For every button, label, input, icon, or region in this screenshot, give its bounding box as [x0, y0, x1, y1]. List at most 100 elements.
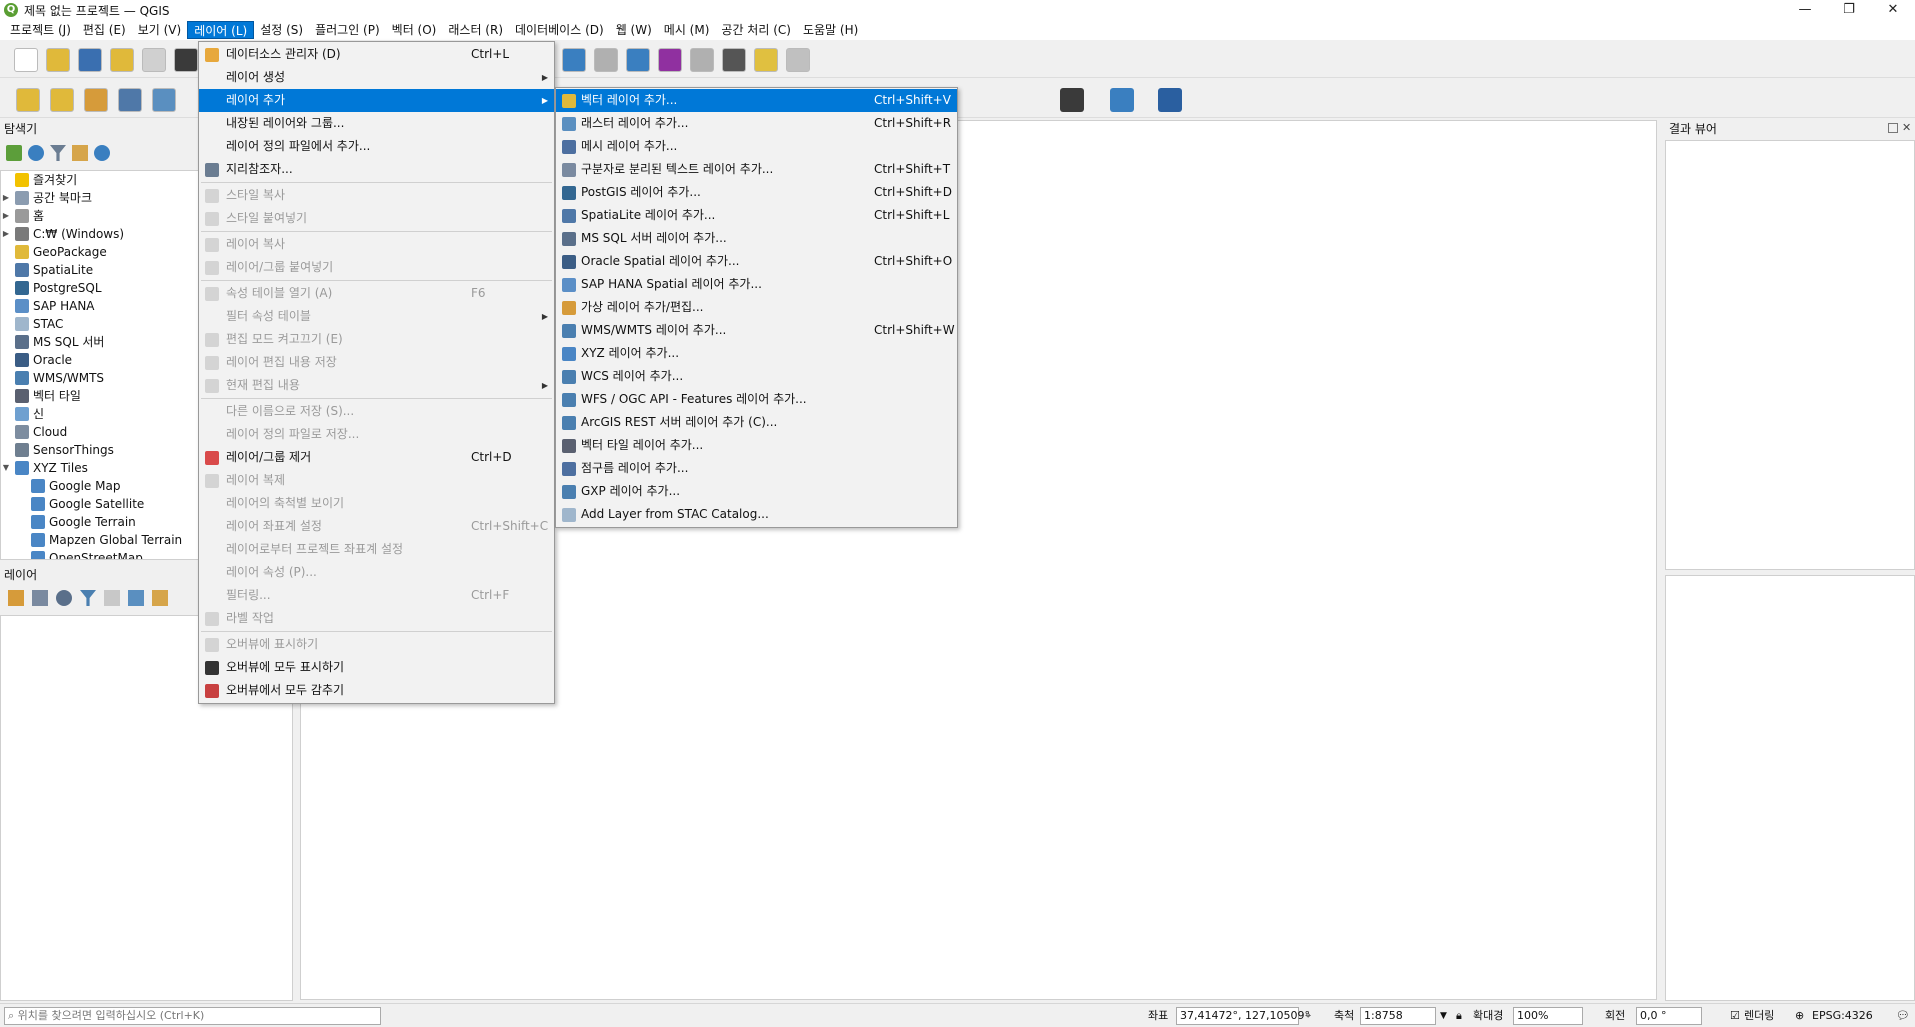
minimize-button[interactable]: —: [1783, 0, 1827, 20]
scale-dropdown-icon[interactable]: ▼: [1440, 1007, 1447, 1025]
menu-5[interactable]: 플러그인 (P): [309, 21, 386, 39]
browser-item[interactable]: Cloud: [1, 423, 199, 441]
menu-3[interactable]: 레이어 (L): [187, 21, 255, 39]
new-project-icon[interactable]: [14, 48, 38, 72]
menu-1[interactable]: 편집 (E): [77, 21, 132, 39]
open-project-icon[interactable]: [46, 48, 70, 72]
quickmap-services-icon[interactable]: [1060, 88, 1084, 112]
menu-item[interactable]: 레이어 추가 ▶: [199, 89, 554, 112]
add-group-icon[interactable]: [32, 590, 48, 606]
menu-item[interactable]: Oracle Spatial 레이어 추가... Ctrl+Shift+O: [556, 250, 957, 273]
add-selected-icon[interactable]: [6, 145, 22, 161]
menu-item[interactable]: 벡터 레이어 추가... Ctrl+Shift+V: [556, 89, 957, 112]
menu-item[interactable]: ArcGIS REST 서버 레이어 추가 (C)...: [556, 411, 957, 434]
measure-icon[interactable]: [722, 48, 746, 72]
menu-item[interactable]: GXP 레이어 추가...: [556, 480, 957, 503]
menu-item[interactable]: WMS/WMTS 레이어 추가... Ctrl+Shift+W: [556, 319, 957, 342]
menu-item[interactable]: SAP HANA Spatial 레이어 추가...: [556, 273, 957, 296]
help-contents-icon[interactable]: [1158, 88, 1182, 112]
new-print-layout-icon[interactable]: [110, 48, 134, 72]
menu-item[interactable]: 레이어/그룹 제거 Ctrl+D: [199, 446, 554, 469]
new-spatialite-icon[interactable]: [118, 88, 142, 112]
browser-item[interactable]: ▶ C:₩ (Windows): [1, 225, 199, 243]
style-manager-icon[interactable]: [174, 48, 198, 72]
menu-4[interactable]: 설정 (S): [254, 21, 309, 39]
menu-6[interactable]: 벡터 (O): [386, 21, 443, 39]
menu-item[interactable]: 오버뷰에서 모두 감추기: [199, 679, 554, 702]
magnifier-field[interactable]: 100%: [1513, 1007, 1583, 1025]
menu-item[interactable]: 래스터 레이어 추가... Ctrl+Shift+R: [556, 112, 957, 135]
menu-0[interactable]: 프로젝트 (J): [4, 21, 77, 39]
browser-item[interactable]: WMS/WMTS: [1, 369, 199, 387]
menu-item[interactable]: 오버뷰에 모두 표시하기: [199, 656, 554, 679]
zoom-native-icon[interactable]: [786, 48, 810, 72]
menu-item[interactable]: SpatiaLite 레이어 추가... Ctrl+Shift+L: [556, 204, 957, 227]
toolbox-icon[interactable]: [690, 48, 714, 72]
filter-legend-icon[interactable]: [80, 590, 96, 606]
menu-item[interactable]: 내장된 레이어와 그룹...: [199, 112, 554, 135]
menu-item[interactable]: WCS 레이어 추가...: [556, 365, 957, 388]
refresh-icon[interactable]: [28, 145, 44, 161]
browser-item[interactable]: SAP HANA: [1, 297, 199, 315]
menu-9[interactable]: 웹 (W): [610, 21, 658, 39]
menu-12[interactable]: 도움말 (H): [797, 21, 864, 39]
browser-item[interactable]: 벡터 타일: [1, 387, 199, 405]
globe-icon[interactable]: ⊕: [1795, 1007, 1804, 1025]
expand-arrow-icon[interactable]: ▼: [1, 459, 11, 477]
close-button[interactable]: ✕: [1871, 0, 1915, 20]
python-console-icon[interactable]: [1110, 88, 1134, 112]
messages-icon[interactable]: 💬︎: [1896, 1007, 1910, 1025]
menu-item[interactable]: 데이터소스 관리자 (D) Ctrl+L: [199, 43, 554, 66]
menu-item[interactable]: Add Layer from STAC Catalog...: [556, 503, 957, 526]
browser-item[interactable]: SpatiaLite: [1, 261, 199, 279]
locator-search-input[interactable]: ⌕ 위치를 찾으려면 입력하십시오 (Ctrl+K): [4, 1007, 381, 1025]
menu-item[interactable]: PostGIS 레이어 추가... Ctrl+Shift+D: [556, 181, 957, 204]
browser-item[interactable]: Google Satellite: [1, 495, 199, 513]
visibility-icon[interactable]: [56, 590, 72, 606]
menu-10[interactable]: 메시 (M): [658, 21, 716, 39]
browser-item[interactable]: Google Map: [1, 477, 199, 495]
field-calculator-icon[interactable]: [626, 48, 650, 72]
menu-item[interactable]: 지리참조자...: [199, 158, 554, 181]
browser-item[interactable]: 신: [1, 405, 199, 423]
crs-button[interactable]: EPSG:4326: [1812, 1007, 1873, 1025]
identify-icon[interactable]: [562, 48, 586, 72]
menu-item[interactable]: 가상 레이어 추가/편집...: [556, 296, 957, 319]
browser-item[interactable]: PostgreSQL: [1, 279, 199, 297]
map-tips-icon[interactable]: [754, 48, 778, 72]
browser-item[interactable]: Mapzen Global Terrain: [1, 531, 199, 549]
restore-button[interactable]: ❐: [1827, 0, 1871, 20]
expression-filter-icon[interactable]: [104, 590, 120, 606]
save-project-icon[interactable]: [78, 48, 102, 72]
float-panel-icon[interactable]: [1888, 123, 1898, 133]
new-shapefile-icon[interactable]: [84, 88, 108, 112]
browser-item[interactable]: ▼ XYZ Tiles: [1, 459, 199, 477]
browser-item[interactable]: Oracle: [1, 351, 199, 369]
menu-item[interactable]: 레이어 정의 파일에서 추가...: [199, 135, 554, 158]
attribute-table-icon[interactable]: [594, 48, 618, 72]
data-source-manager-icon[interactable]: [16, 88, 40, 112]
new-geopackage-icon[interactable]: [50, 88, 74, 112]
menu-11[interactable]: 공간 처리 (C): [715, 21, 797, 39]
layout-manager-icon[interactable]: [142, 48, 166, 72]
rotation-field[interactable]: 0,0 °: [1636, 1007, 1702, 1025]
menu-7[interactable]: 래스터 (R): [442, 21, 509, 39]
expand-all-icon[interactable]: [128, 590, 144, 606]
browser-item[interactable]: Google Terrain: [1, 513, 199, 531]
menu-item[interactable]: 메시 레이어 추가...: [556, 135, 957, 158]
expand-arrow-icon[interactable]: ▶: [1, 207, 11, 225]
browser-item[interactable]: STAC: [1, 315, 199, 333]
collapse-layers-icon[interactable]: [152, 590, 168, 606]
browser-item[interactable]: SensorThings: [1, 441, 199, 459]
browser-item[interactable]: MS SQL 서버: [1, 333, 199, 351]
browser-item[interactable]: ▶ 공간 북마크: [1, 189, 199, 207]
menu-item[interactable]: XYZ 레이어 추가...: [556, 342, 957, 365]
expand-arrow-icon[interactable]: ▶: [1, 189, 11, 207]
statistics-icon[interactable]: [658, 48, 682, 72]
menu-8[interactable]: 데이터베이스 (D): [509, 21, 610, 39]
new-virtual-layer-icon[interactable]: [152, 88, 176, 112]
filter-icon[interactable]: [50, 145, 66, 161]
coordinate-field[interactable]: 37,41472°, 127,10509°: [1176, 1007, 1310, 1025]
browser-item[interactable]: ▶ 홈: [1, 207, 199, 225]
menu-item[interactable]: 벡터 타일 레이어 추가...: [556, 434, 957, 457]
